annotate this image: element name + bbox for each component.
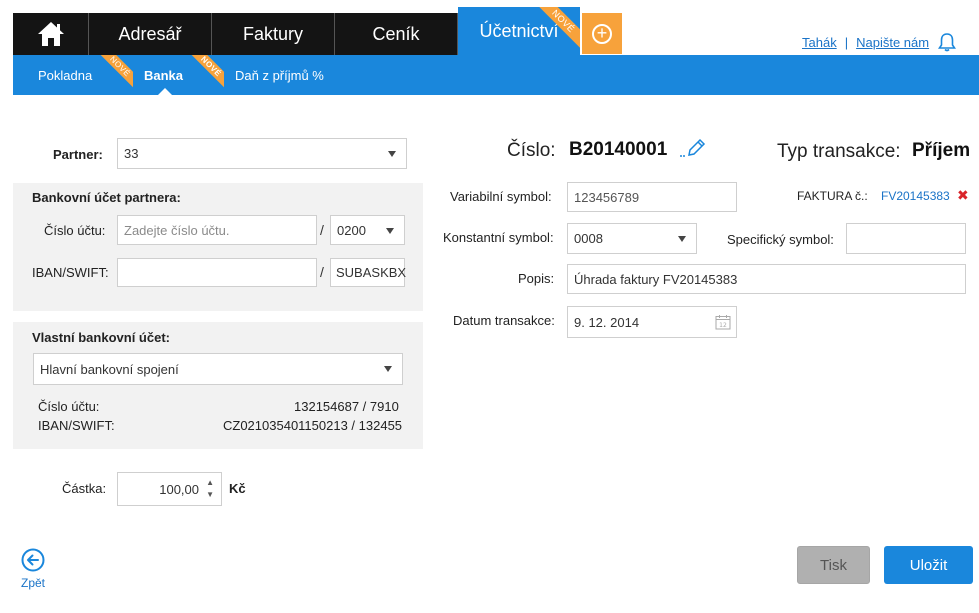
- account-placeholder: Zadejte číslo účtu.: [124, 222, 230, 238]
- amount-value: 100,00: [159, 481, 199, 497]
- account-label: Číslo účtu:: [44, 223, 106, 238]
- bank-code-select[interactable]: 0200: [330, 215, 405, 245]
- arrow-left-circle-icon: [21, 548, 45, 572]
- chevron-down-icon: [386, 228, 394, 234]
- datum-value: 9. 12. 2014: [574, 314, 640, 330]
- transaction-type-value: Příjem: [912, 140, 971, 161]
- chevron-down-icon: [388, 151, 396, 157]
- bell-icon[interactable]: [937, 32, 957, 52]
- subtab-banka-label: Banka: [144, 67, 184, 83]
- tab-cenik[interactable]: Ceník: [335, 13, 458, 55]
- calendar-icon[interactable]: 12: [715, 314, 731, 330]
- chevron-down-icon: [384, 366, 392, 372]
- amount-input[interactable]: 100,00 ▲ ▼: [117, 472, 222, 506]
- popis-input[interactable]: Úhrada faktury FV20145383: [567, 264, 966, 294]
- active-caret: [158, 88, 172, 95]
- bank-code-value: 0200: [337, 222, 366, 238]
- ks-select[interactable]: 0008: [567, 223, 697, 254]
- own-account-select[interactable]: Hlavní bankovní spojení: [33, 353, 403, 385]
- tahak-link[interactable]: Tahák: [802, 35, 837, 50]
- vs-label: Variabilní symbol:: [450, 189, 552, 204]
- help-links: Tahák | Napište nám: [802, 32, 957, 52]
- edit-pencil-icon[interactable]: [680, 138, 708, 160]
- back-button[interactable]: Zpět: [20, 548, 46, 590]
- tab-cenik-label: Ceník: [372, 23, 420, 44]
- home-tab[interactable]: [13, 13, 89, 55]
- sub-nav: Pokladna NOVÉ Banka NOVÉ Daň z příjmů %: [13, 55, 979, 95]
- tab-faktury[interactable]: Faktury: [212, 13, 335, 55]
- stepper-arrows-icon[interactable]: ▲ ▼: [206, 477, 214, 501]
- ss-input[interactable]: [846, 223, 966, 254]
- new-badge: NOVÉ: [99, 55, 133, 89]
- vs-value: 123456789: [574, 189, 640, 205]
- popis-value: Úhrada faktury FV20145383: [574, 271, 738, 287]
- subtab-banka[interactable]: Banka NOVÉ: [144, 55, 224, 95]
- home-icon: [37, 22, 64, 46]
- tab-adresar[interactable]: Adresář: [89, 13, 212, 55]
- print-button[interactable]: Tisk: [797, 546, 870, 584]
- partner-label: Partner:: [53, 147, 103, 162]
- remove-icon[interactable]: ✖: [957, 187, 969, 204]
- partner-select[interactable]: 33: [117, 138, 407, 169]
- subtab-dan[interactable]: Daň z příjmů %: [235, 55, 324, 95]
- currency-label: Kč: [229, 481, 246, 496]
- subtab-pokladna-label: Pokladna: [38, 67, 93, 83]
- plus-circle-icon: +: [592, 23, 612, 44]
- amount-label: Částka:: [62, 481, 107, 496]
- subtab-pokladna[interactable]: Pokladna NOVÉ: [38, 55, 133, 95]
- subtab-dan-label: Daň z příjmů %: [235, 67, 324, 83]
- iban-label: IBAN/SWIFT:: [32, 265, 109, 280]
- chevron-down-icon: [678, 236, 686, 242]
- svg-text:12: 12: [719, 322, 727, 329]
- own-account-number: 132154687 / 7910: [294, 399, 399, 414]
- main-nav: Adresář Faktury Ceník Účetnictví NOVÉ +: [13, 7, 622, 55]
- slash: /: [320, 222, 324, 238]
- contact-link[interactable]: Napište nám: [856, 35, 929, 50]
- tab-faktury-label: Faktury: [242, 23, 303, 44]
- link-separator: |: [844, 34, 849, 50]
- account-input[interactable]: Zadejte číslo účtu.: [117, 215, 317, 245]
- datum-input[interactable]: 9. 12. 2014 12: [567, 306, 737, 338]
- popis-label: Popis:: [518, 271, 555, 286]
- faktura-link[interactable]: FV20145383: [881, 189, 950, 203]
- ks-label: Konstantní symbol:: [443, 230, 554, 245]
- new-badge: NOVÉ: [538, 7, 580, 49]
- save-button[interactable]: Uložit: [884, 546, 973, 584]
- own-bank-title: Vlastní bankovní účet:: [32, 330, 170, 345]
- own-account-value: Hlavní bankovní spojení: [40, 361, 179, 377]
- slash: /: [320, 264, 324, 280]
- partner-bank-title: Bankovní účet partnera:: [32, 190, 181, 205]
- own-account-number-label: Číslo účtu:: [38, 399, 100, 414]
- swift-input[interactable]: SUBASKBX: [330, 258, 407, 287]
- partner-value: 33: [124, 146, 139, 161]
- doc-number-value: B20140001: [569, 139, 668, 160]
- new-badge: NOVÉ: [190, 55, 224, 89]
- doc-number-label: Číslo:: [507, 140, 556, 161]
- own-iban: CZ021035401150213 / 132455: [223, 418, 403, 433]
- tab-ucetnictvi[interactable]: Účetnictví NOVÉ: [458, 7, 580, 55]
- iban-input[interactable]: [117, 258, 317, 287]
- print-button-label: Tisk: [820, 556, 847, 574]
- own-iban-label: IBAN/SWIFT:: [38, 418, 115, 433]
- vs-input[interactable]: 123456789: [567, 182, 737, 212]
- save-button-label: Uložit: [909, 556, 948, 574]
- transaction-type-label: Typ transakce:: [777, 141, 901, 162]
- swift-value: SUBASKBX: [336, 265, 407, 280]
- back-label: Zpět: [20, 576, 45, 590]
- ss-label: Specifický symbol:: [727, 232, 834, 247]
- datum-label: Datum transakce:: [453, 313, 555, 328]
- add-tab-button[interactable]: +: [582, 13, 622, 54]
- faktura-label: FAKTURA č.:: [797, 189, 868, 203]
- tab-adresar-label: Adresář: [118, 23, 182, 44]
- ks-value: 0008: [574, 231, 603, 246]
